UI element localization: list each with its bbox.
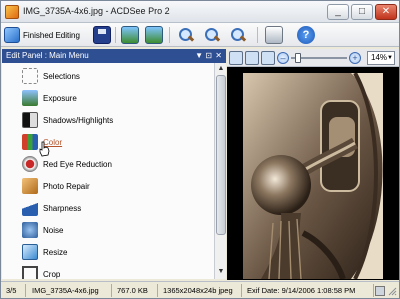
toolbar-separator bbox=[169, 27, 170, 43]
zoom-in-icon[interactable] bbox=[177, 26, 195, 44]
toolbar-separator bbox=[257, 27, 258, 43]
noise-icon bbox=[22, 222, 38, 238]
toolbar-separator bbox=[115, 27, 116, 43]
close-button[interactable]: ✕ bbox=[375, 4, 397, 20]
zoom-options-icon[interactable] bbox=[229, 26, 247, 44]
status-divider bbox=[373, 284, 374, 297]
edit-panel-header: Edit Panel : Main Menu ▼ ⊡ ✕ bbox=[2, 49, 226, 63]
sepia-door-handle-photo bbox=[243, 73, 383, 279]
menu-item-selections[interactable]: Selections bbox=[2, 65, 214, 87]
actual-size-icon[interactable] bbox=[245, 51, 259, 65]
menu-item-color[interactable]: Color bbox=[2, 131, 214, 153]
menu-item-shadows-highlights[interactable]: Shadows/Highlights bbox=[2, 109, 214, 131]
status-exif-date: Exif Date: 9/14/2006 1:08:58 PM bbox=[247, 286, 356, 295]
scroll-down-icon[interactable]: ▼ bbox=[216, 267, 226, 277]
main-toolbar: Finished Editing ? bbox=[1, 23, 399, 47]
zoom-level-value: 14% bbox=[371, 53, 388, 62]
panel-pin-icon[interactable]: ▼ ⊡ bbox=[195, 49, 212, 63]
menu-item-label: Exposure bbox=[43, 93, 77, 103]
next-image-icon[interactable] bbox=[145, 26, 163, 44]
menu-item-label: Sharpness bbox=[43, 203, 82, 213]
menu-item-resize[interactable]: Resize bbox=[2, 241, 214, 263]
save-icon[interactable] bbox=[93, 26, 111, 44]
finished-editing-button[interactable]: Finished Editing bbox=[4, 25, 84, 45]
shadows-highlights-icon bbox=[22, 112, 38, 128]
image-position: 3/5 bbox=[6, 286, 17, 295]
status-divider bbox=[25, 284, 26, 297]
edit-panel-title: Edit Panel : Main Menu bbox=[6, 51, 89, 60]
menu-item-label: Photo Repair bbox=[43, 181, 90, 191]
panel-close-icon[interactable]: ✕ bbox=[215, 49, 222, 63]
menu-item-sharpness[interactable]: Sharpness bbox=[2, 197, 214, 219]
zoom-in-button[interactable]: + bbox=[349, 52, 361, 64]
menu-item-exposure[interactable]: Exposure bbox=[2, 87, 214, 109]
scroll-thumb[interactable] bbox=[216, 75, 226, 235]
status-bar: 3/5 IMG_3735A-4x6.jpg 767.0 KB 1365x2048… bbox=[1, 281, 399, 298]
fit-image-icon[interactable] bbox=[229, 51, 243, 65]
status-divider bbox=[241, 284, 242, 297]
resize-icon bbox=[22, 244, 38, 260]
status-filename: IMG_3735A-4x6.jpg bbox=[32, 286, 99, 295]
app-window: IMG_3735A-4x6.jpg - ACDSee Pro 2 _ □ ✕ F… bbox=[0, 0, 400, 299]
window-title: IMG_3735A-4x6.jpg - ACDSee Pro 2 bbox=[23, 6, 170, 16]
zoom-level-select[interactable]: 14% ▼ bbox=[367, 51, 395, 65]
menu-item-photo-repair[interactable]: Photo Repair bbox=[2, 175, 214, 197]
sharpness-icon bbox=[22, 200, 38, 216]
menu-item-label: Shadows/Highlights bbox=[43, 115, 114, 125]
edit-panel-scrollbar[interactable]: ▲ ▼ bbox=[214, 63, 226, 279]
acdsee-app-icon[interactable] bbox=[5, 5, 19, 19]
maximize-button[interactable]: □ bbox=[351, 4, 373, 20]
scroll-up-icon[interactable]: ▲ bbox=[216, 64, 226, 74]
title-bar[interactable]: IMG_3735A-4x6.jpg - ACDSee Pro 2 _ □ ✕ bbox=[1, 1, 399, 23]
status-indicator-icon bbox=[375, 286, 385, 296]
previous-image-icon[interactable] bbox=[121, 26, 139, 44]
menu-item-crop[interactable]: Crop bbox=[2, 263, 214, 279]
chevron-down-icon: ▼ bbox=[387, 55, 393, 61]
menu-item-red-eye-reduction[interactable]: Red Eye Reduction bbox=[2, 153, 214, 175]
zoom-slider-thumb[interactable] bbox=[295, 53, 301, 63]
help-icon[interactable]: ? bbox=[297, 26, 315, 44]
finished-editing-icon bbox=[4, 27, 20, 43]
view-toolbar: – + 14% ▼ bbox=[227, 49, 399, 67]
menu-item-label: Selections bbox=[43, 71, 80, 81]
image-preview-pane[interactable] bbox=[227, 67, 399, 280]
red-eye-icon bbox=[22, 156, 38, 172]
finished-editing-label: Finished Editing bbox=[23, 30, 80, 40]
resize-grip-icon[interactable] bbox=[387, 286, 397, 296]
photo-repair-icon bbox=[22, 178, 38, 194]
minimize-button[interactable]: _ bbox=[327, 4, 349, 20]
print-icon[interactable] bbox=[265, 26, 283, 44]
edit-menu-list: Selections Exposure Shadows/Highlights C… bbox=[2, 63, 214, 279]
menu-item-noise[interactable]: Noise bbox=[2, 219, 214, 241]
zoom-out-button[interactable]: – bbox=[277, 52, 289, 64]
status-dimensions: 1365x2048x24b jpeg bbox=[163, 286, 233, 295]
menu-item-label: Crop bbox=[43, 269, 61, 279]
status-divider bbox=[157, 284, 158, 297]
hand-cursor-icon bbox=[39, 141, 50, 157]
color-icon bbox=[22, 134, 38, 150]
menu-item-label: Red Eye Reduction bbox=[43, 159, 112, 169]
crop-icon bbox=[22, 266, 38, 279]
status-divider bbox=[111, 284, 112, 297]
status-filesize: 767.0 KB bbox=[117, 286, 148, 295]
menu-item-label: Resize bbox=[43, 247, 68, 257]
menu-item-label: Noise bbox=[43, 225, 64, 235]
selection-icon bbox=[22, 68, 38, 84]
navigator-icon[interactable] bbox=[261, 51, 275, 65]
exposure-icon bbox=[22, 90, 38, 106]
zoom-out-icon[interactable] bbox=[203, 26, 221, 44]
